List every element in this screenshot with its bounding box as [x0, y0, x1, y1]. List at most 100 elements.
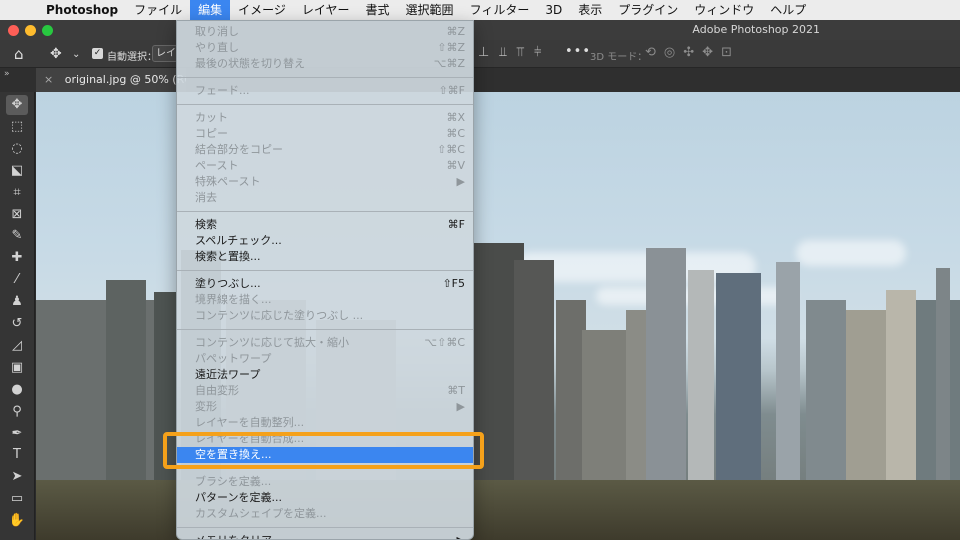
menu-item-shortcut: ⌥⌘Z — [433, 57, 465, 70]
menu-item[interactable]: 遠近法ワープ — [177, 367, 473, 383]
auto-select-dropdown[interactable]: レイヤー — [152, 45, 178, 62]
crop-tool-icon[interactable]: ⌗ — [6, 183, 28, 203]
shape-tool-icon[interactable]: ▭ — [6, 489, 28, 509]
macos-menu-bar: Photoshop ファイル 編集 イメージ レイヤー 書式 選択範囲 フィルタ… — [0, 0, 960, 20]
menu-item[interactable]: 検索 ⌘F — [177, 217, 473, 233]
menu-edit[interactable]: 編集 — [190, 0, 231, 20]
menu-help[interactable]: ヘルプ — [762, 0, 814, 20]
menu-image[interactable]: イメージ — [230, 0, 294, 20]
auto-select-label: 自動選択： — [107, 52, 157, 63]
align-bottom-icon[interactable]: ⊥ — [478, 45, 489, 60]
menu-type[interactable]: 書式 — [358, 0, 398, 20]
roll-icon[interactable]: ◎ — [664, 45, 675, 60]
3d-mode-label: 3D モード： — [590, 52, 648, 63]
healing-tool-icon[interactable]: ✚ — [6, 248, 28, 268]
scale-icon[interactable]: ⊡ — [721, 45, 732, 60]
menu-item[interactable]: パターンを定義... — [177, 490, 473, 506]
menu-item-label: ブラシを定義... — [195, 475, 272, 488]
menu-3d[interactable]: 3D — [537, 0, 570, 20]
menu-item: パペットワープ — [177, 351, 473, 367]
frame-tool-icon[interactable]: ⊠ — [6, 205, 28, 225]
move-tool-icon[interactable]: ✥ — [50, 46, 62, 62]
home-icon[interactable]: ⌂ — [14, 45, 24, 63]
menu-item-label: 塗りつぶし... — [195, 277, 261, 290]
menu-item-label: パターンを定義... — [195, 491, 282, 504]
eyedropper-tool-icon[interactable]: ✎ — [6, 226, 28, 246]
menu-separator — [177, 527, 473, 528]
menu-item: レイヤーを自動整列... — [177, 415, 473, 431]
menu-item[interactable]: 検索と置換... — [177, 249, 473, 265]
menu-view[interactable]: 表示 — [570, 0, 610, 20]
menu-item-shortcut: ⌘F — [447, 218, 465, 231]
auto-select-checkbox[interactable]: ✓ — [92, 48, 103, 59]
menu-item-shortcut: ⇧⌘F — [438, 84, 465, 97]
hand-tool-icon[interactable]: ✋ — [6, 511, 28, 531]
menu-item: コンテンツに応じた塗りつぶし ... — [177, 308, 473, 324]
menu-item: ブラシを定義... — [177, 474, 473, 490]
menu-photoshop[interactable]: Photoshop — [46, 0, 126, 20]
menu-item-shortcut: ⌥⇧⌘C — [424, 336, 465, 349]
pan-icon[interactable]: ✣ — [683, 45, 694, 60]
window-title: Adobe Photoshop 2021 — [692, 23, 820, 36]
menu-layer[interactable]: レイヤー — [294, 0, 358, 20]
menu-separator — [177, 270, 473, 271]
menu-item-shortcut: ▶ — [456, 175, 465, 188]
type-tool-icon[interactable]: T — [6, 445, 28, 465]
distribute-icon[interactable]: ⫫ — [499, 45, 506, 60]
menu-item-label: やり直し — [195, 41, 239, 54]
stamp-tool-icon[interactable]: ♟ — [6, 292, 28, 312]
menu-select[interactable]: 選択範囲 — [398, 0, 462, 20]
menu-item-label: コピー — [195, 127, 228, 140]
collapse-panel-icon[interactable]: » — [4, 69, 10, 79]
minimize-window-button[interactable] — [25, 25, 36, 36]
blur-tool-icon[interactable]: ● — [6, 380, 28, 400]
menu-item-label: 検索と置換... — [195, 250, 261, 263]
chevron-down-icon[interactable]: ⌄ — [72, 49, 80, 60]
dodge-tool-icon[interactable]: ⚲ — [6, 402, 28, 422]
path-select-tool-icon[interactable]: ➤ — [6, 467, 28, 487]
menu-item-shortcut: ▶ — [456, 400, 465, 413]
menu-item-shortcut: ⌘C — [446, 127, 465, 140]
history-brush-tool-icon[interactable]: ↺ — [6, 314, 28, 334]
image-canvas[interactable] — [36, 92, 960, 540]
marquee-tool-icon[interactable]: ⬚ — [6, 117, 28, 137]
menu-item-label: 境界線を描く... — [195, 293, 272, 306]
menu-item-label: パペットワープ — [195, 352, 272, 365]
options-bar: ⌂ ✥ ⌄ ✓ 自動選択： レイヤー ⊥ ⫫ ⫪ ⫩ ••• 3D モード： ⟲… — [0, 40, 960, 68]
distribute-center-icon[interactable]: ⫪ — [517, 45, 524, 60]
pen-tool-icon[interactable]: ✒ — [6, 424, 28, 444]
more-options-icon[interactable]: ••• — [565, 44, 591, 59]
object-select-tool-icon[interactable]: ⬕ — [6, 161, 28, 181]
menu-filter[interactable]: フィルター — [462, 0, 538, 20]
menu-item: コピー ⌘C — [177, 126, 473, 142]
close-tab-icon[interactable]: × — [44, 73, 53, 86]
menu-item-label: 消去 — [195, 191, 217, 204]
document-tab[interactable]: × original.jpg @ 50% (RGB/8) — [36, 68, 186, 92]
menu-item: 自由変形 ⌘T — [177, 383, 473, 399]
menu-plugins[interactable]: プラグイン — [610, 0, 686, 20]
zoom-window-button[interactable] — [42, 25, 53, 36]
menu-item[interactable]: スペルチェック... — [177, 233, 473, 249]
close-window-button[interactable] — [8, 25, 19, 36]
menu-item: カスタムシェイプを定義... — [177, 506, 473, 522]
menu-item-label: レイヤーを自動整列... — [195, 416, 305, 429]
menu-item[interactable]: メモリをクリア ▶ — [177, 533, 473, 539]
menu-window[interactable]: ウィンドウ — [686, 0, 762, 20]
brush-tool-icon[interactable]: ⁄ — [6, 270, 28, 290]
menu-item[interactable]: 塗りつぶし... ⇧F5 — [177, 276, 473, 292]
lasso-tool-icon[interactable]: ◌ — [6, 139, 28, 159]
menu-item-label: 取り消し — [195, 25, 239, 38]
menu-item-label: 結合部分をコピー — [195, 143, 283, 156]
menu-file[interactable]: ファイル — [126, 0, 190, 20]
distribute-right-icon[interactable]: ⫩ — [534, 45, 541, 60]
slide-icon[interactable]: ✥ — [702, 45, 713, 60]
move-tool-icon[interactable]: ✥ — [6, 95, 28, 115]
menu-item-label: 変形 — [195, 400, 217, 413]
menu-item: やり直し ⇧⌘Z — [177, 40, 473, 56]
gradient-tool-icon[interactable]: ▣ — [6, 358, 28, 378]
eraser-tool-icon[interactable]: ◿ — [6, 336, 28, 356]
orbit-icon[interactable]: ⟲ — [645, 45, 656, 60]
menu-item: ペースト ⌘V — [177, 158, 473, 174]
menu-item-shortcut: ▶ — [457, 533, 465, 539]
menu-item: 変形 ▶ — [177, 399, 473, 415]
